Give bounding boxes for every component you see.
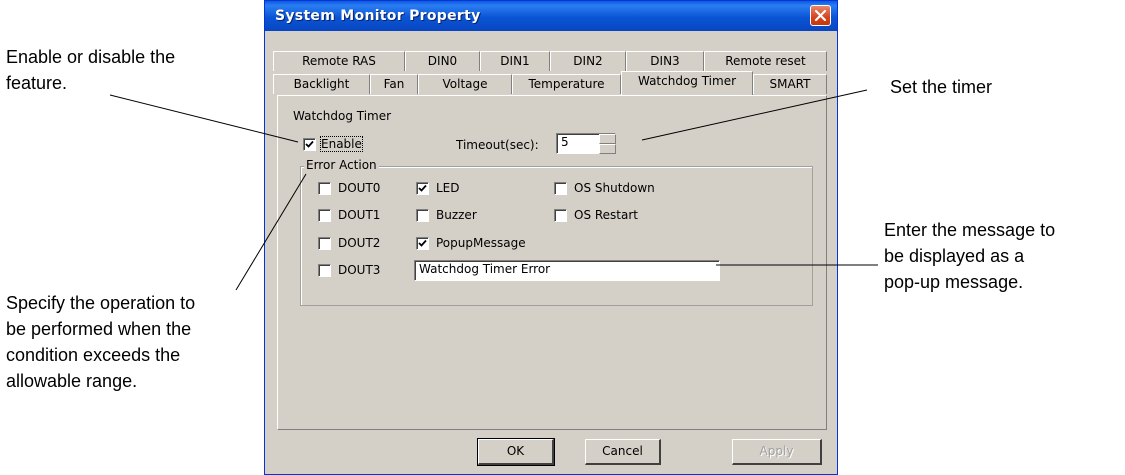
leader-line-operation	[235, 173, 307, 291]
callout-leader-lines	[109, 89, 878, 291]
leader-line-enable	[109, 94, 299, 143]
leader-line-timer	[641, 89, 868, 141]
tab-watchdog-timer[interactable]: Watchdog Timer	[621, 71, 753, 95]
